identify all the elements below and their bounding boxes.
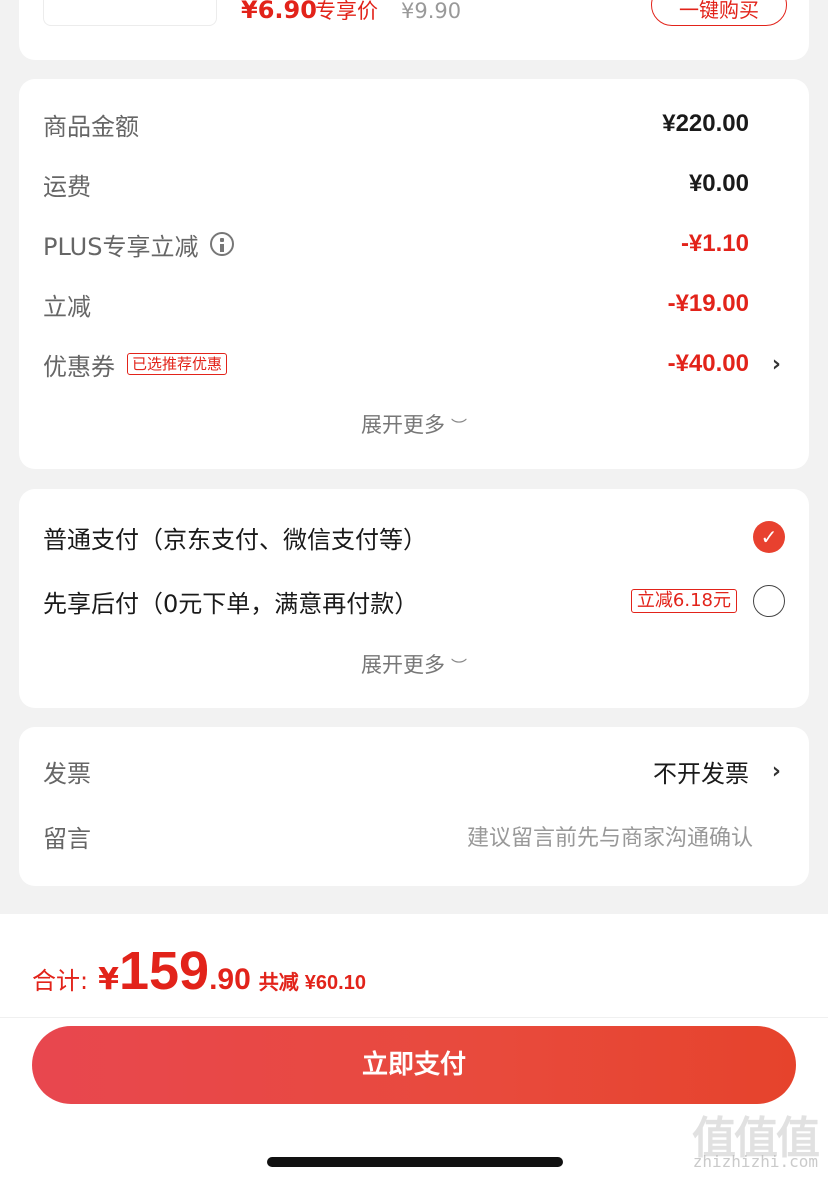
saved-amount: ¥60.10	[304, 972, 366, 994]
invoice-value: 不开发票	[653, 759, 749, 788]
original-price: ¥9.90	[401, 0, 462, 23]
chevron-down-icon: ︶	[450, 417, 467, 436]
payment-option-label: 普通支付（京东支付、微信支付等）	[43, 525, 427, 554]
payment-expand-more[interactable]: 展开更多 ︶	[19, 649, 809, 679]
product-thumbnail[interactable]	[43, 0, 217, 26]
shipping-value: ¥0.00	[688, 170, 749, 197]
invoice-message-card: 发票 不开发票 › 留言 建议留言前先与商家沟通确认	[19, 727, 809, 886]
expand-more-label: 展开更多	[360, 413, 445, 437]
goods-amount-value: ¥220.00	[662, 110, 749, 137]
plus-discount-value: -¥1.10	[680, 230, 749, 257]
checkout-bar: 合计: ¥ 159 .90 共减 ¥60.10 立即支付 值值值 zhizhiz…	[0, 914, 828, 1182]
summary-row-shipping: 运费 ¥0.00	[43, 164, 785, 204]
coupon-recommend-badge: 已选推荐优惠	[127, 353, 228, 375]
summary-row-instant-discount: 立减 -¥19.00	[43, 284, 785, 324]
deal-price: ¥6.90	[241, 0, 317, 24]
summary-row-goods-amount: 商品金额 ¥220.00	[43, 104, 785, 144]
goods-amount-label: 商品金额	[43, 112, 139, 141]
chevron-right-icon: ›	[771, 351, 781, 377]
message-row[interactable]: 留言 建议留言前先与商家沟通确认	[43, 816, 785, 856]
chevron-right-icon: ›	[771, 758, 781, 784]
one-click-buy-button[interactable]: 一键购买	[651, 0, 787, 26]
summary-row-coupon[interactable]: 优惠券 已选推荐优惠 -¥40.00 ›	[43, 344, 785, 384]
instant-discount-label: 立减	[43, 292, 91, 321]
order-total: 合计: ¥ 159 .90 共减 ¥60.10	[32, 944, 366, 998]
shipping-label: 运费	[43, 172, 91, 201]
deal-tag: 专享价	[315, 0, 378, 23]
checked-radio-icon[interactable]: ✓	[753, 521, 785, 553]
instant-discount-value: -¥19.00	[667, 290, 749, 317]
coupon-label: 优惠券	[43, 352, 115, 381]
payment-option-pay-later[interactable]: 先享后付（0元下单，满意再付款） 立减6.18元	[43, 581, 785, 621]
invoice-row[interactable]: 发票 不开发票 ›	[43, 751, 785, 791]
expand-more-label: 展开更多	[360, 653, 445, 677]
price-summary-card: 商品金额 ¥220.00 运费 ¥0.00 PLUS专享立减 -¥1.10 立减…	[19, 79, 809, 469]
payment-method-card: 普通支付（京东支付、微信支付等） ✓ 先享后付（0元下单，满意再付款） 立减6.…	[19, 489, 809, 708]
message-label: 留言	[43, 824, 91, 853]
info-icon[interactable]	[210, 232, 235, 256]
promo-badge: 立减6.18元	[630, 589, 737, 613]
saved-label: 共减	[258, 970, 299, 994]
coupon-value: -¥40.00	[667, 350, 749, 377]
invoice-label: 发票	[43, 759, 91, 788]
watermark-url: zhizhizhi.com	[692, 1152, 818, 1171]
summary-expand-more[interactable]: 展开更多 ︶	[19, 409, 809, 439]
chevron-down-icon: ︶	[450, 657, 467, 676]
total-decimal: .90	[209, 963, 251, 996]
plus-discount-label: PLUS专享立减	[43, 232, 199, 261]
unchecked-radio-icon[interactable]	[753, 585, 785, 617]
home-indicator[interactable]	[267, 1157, 563, 1167]
payment-option-label: 先享后付（0元下单，满意再付款）	[43, 589, 419, 618]
total-integer: 159	[118, 941, 210, 1001]
total-label: 合计:	[32, 967, 89, 995]
total-currency: ¥	[98, 962, 119, 997]
product-card: ¥6.90 专享价 ¥9.90 一键购买	[19, 0, 809, 60]
message-input[interactable]: 建议留言前先与商家沟通确认	[467, 820, 753, 852]
payment-option-normal[interactable]: 普通支付（京东支付、微信支付等） ✓	[43, 517, 785, 557]
divider	[0, 1017, 828, 1018]
summary-row-plus-discount: PLUS专享立减 -¥1.10	[43, 224, 785, 264]
pay-now-button[interactable]: 立即支付	[32, 1026, 796, 1104]
